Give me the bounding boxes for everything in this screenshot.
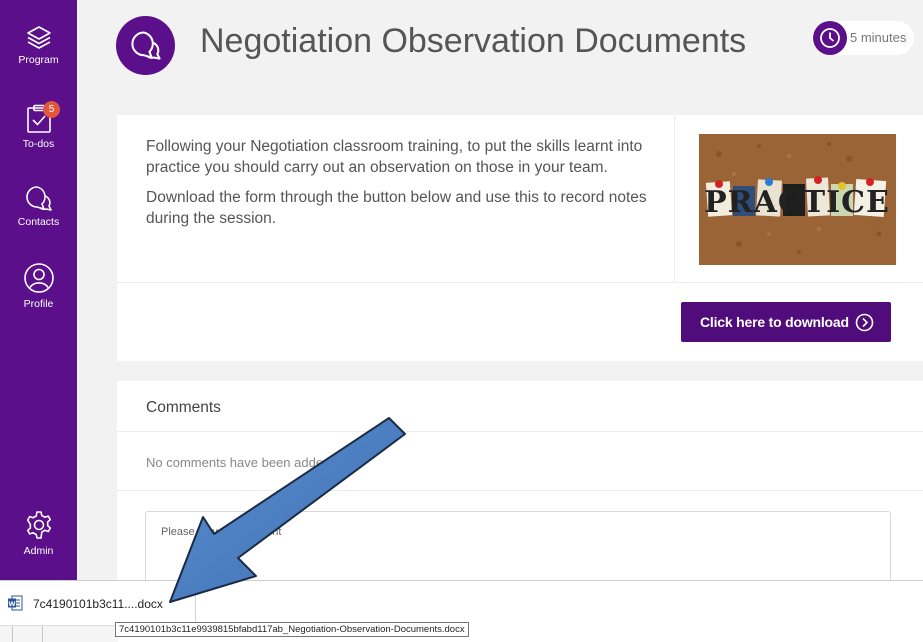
intro-card: Following your Negotiation classroom tra… bbox=[117, 115, 923, 361]
chevron-up-icon[interactable]: ⌃ bbox=[168, 595, 177, 608]
duration-text: 5 minutes bbox=[850, 30, 907, 45]
chat-bubbles-icon bbox=[25, 186, 52, 211]
sidebar-item-label: Contacts bbox=[17, 216, 60, 228]
duration-badge: 5 minutes bbox=[812, 21, 915, 55]
download-button-label: Click here to download bbox=[700, 314, 849, 330]
activity-chat-icon bbox=[116, 16, 175, 75]
divider bbox=[117, 431, 923, 432]
circle-chevron-right-icon bbox=[855, 313, 874, 332]
page-title: Negotiation Observation Documents bbox=[200, 22, 747, 60]
divider bbox=[117, 282, 923, 283]
sidebar: Program 5 To-dos Contacts Profile Admin bbox=[0, 0, 77, 580]
sidebar-item-todos[interactable]: 5 To-dos bbox=[0, 101, 77, 150]
comment-input[interactable]: Please leave a comment bbox=[145, 511, 891, 591]
comments-card: Comments No comments have been added Ple… bbox=[117, 381, 923, 591]
sidebar-item-label: Program bbox=[18, 54, 59, 66]
no-comments-text: No comments have been added bbox=[146, 455, 331, 470]
practice-image-text: PRACTICE bbox=[704, 185, 890, 220]
divider bbox=[117, 490, 923, 491]
intro-paragraph: Download the form through the button bel… bbox=[146, 189, 647, 227]
sidebar-item-program[interactable]: Program bbox=[0, 24, 77, 66]
sidebar-item-admin[interactable]: Admin bbox=[0, 510, 77, 557]
download-file-name: 7c4190101b3c11....docx bbox=[33, 597, 163, 611]
todo-count-badge: 5 bbox=[43, 101, 60, 118]
practice-image: PRACTICE bbox=[699, 134, 896, 265]
download-item[interactable]: W 7c4190101b3c11....docx ⌃ bbox=[0, 581, 196, 625]
sidebar-item-profile[interactable]: Profile bbox=[0, 262, 77, 310]
gear-icon bbox=[26, 511, 51, 539]
taskbar-strip bbox=[0, 625, 118, 642]
download-button[interactable]: Click here to download bbox=[681, 302, 891, 342]
divider bbox=[674, 115, 675, 282]
layers-icon bbox=[26, 26, 51, 49]
comments-title: Comments bbox=[146, 399, 221, 416]
sidebar-item-label: Admin bbox=[23, 545, 54, 557]
user-icon bbox=[23, 263, 54, 293]
intro-text: Following your Negotiation classroom tra… bbox=[146, 136, 666, 238]
intro-paragraph: Following your Negotiation classroom tra… bbox=[146, 138, 643, 176]
word-document-icon: W bbox=[8, 595, 23, 611]
sidebar-item-contacts[interactable]: Contacts bbox=[0, 184, 77, 228]
sidebar-item-label: Profile bbox=[23, 298, 54, 310]
clock-icon bbox=[813, 21, 847, 55]
sidebar-item-label: To-dos bbox=[22, 138, 55, 150]
svg-text:W: W bbox=[8, 600, 15, 608]
download-tooltip: 7c4190101b3c11e9939815bfabd117ab_Negotia… bbox=[115, 622, 469, 637]
